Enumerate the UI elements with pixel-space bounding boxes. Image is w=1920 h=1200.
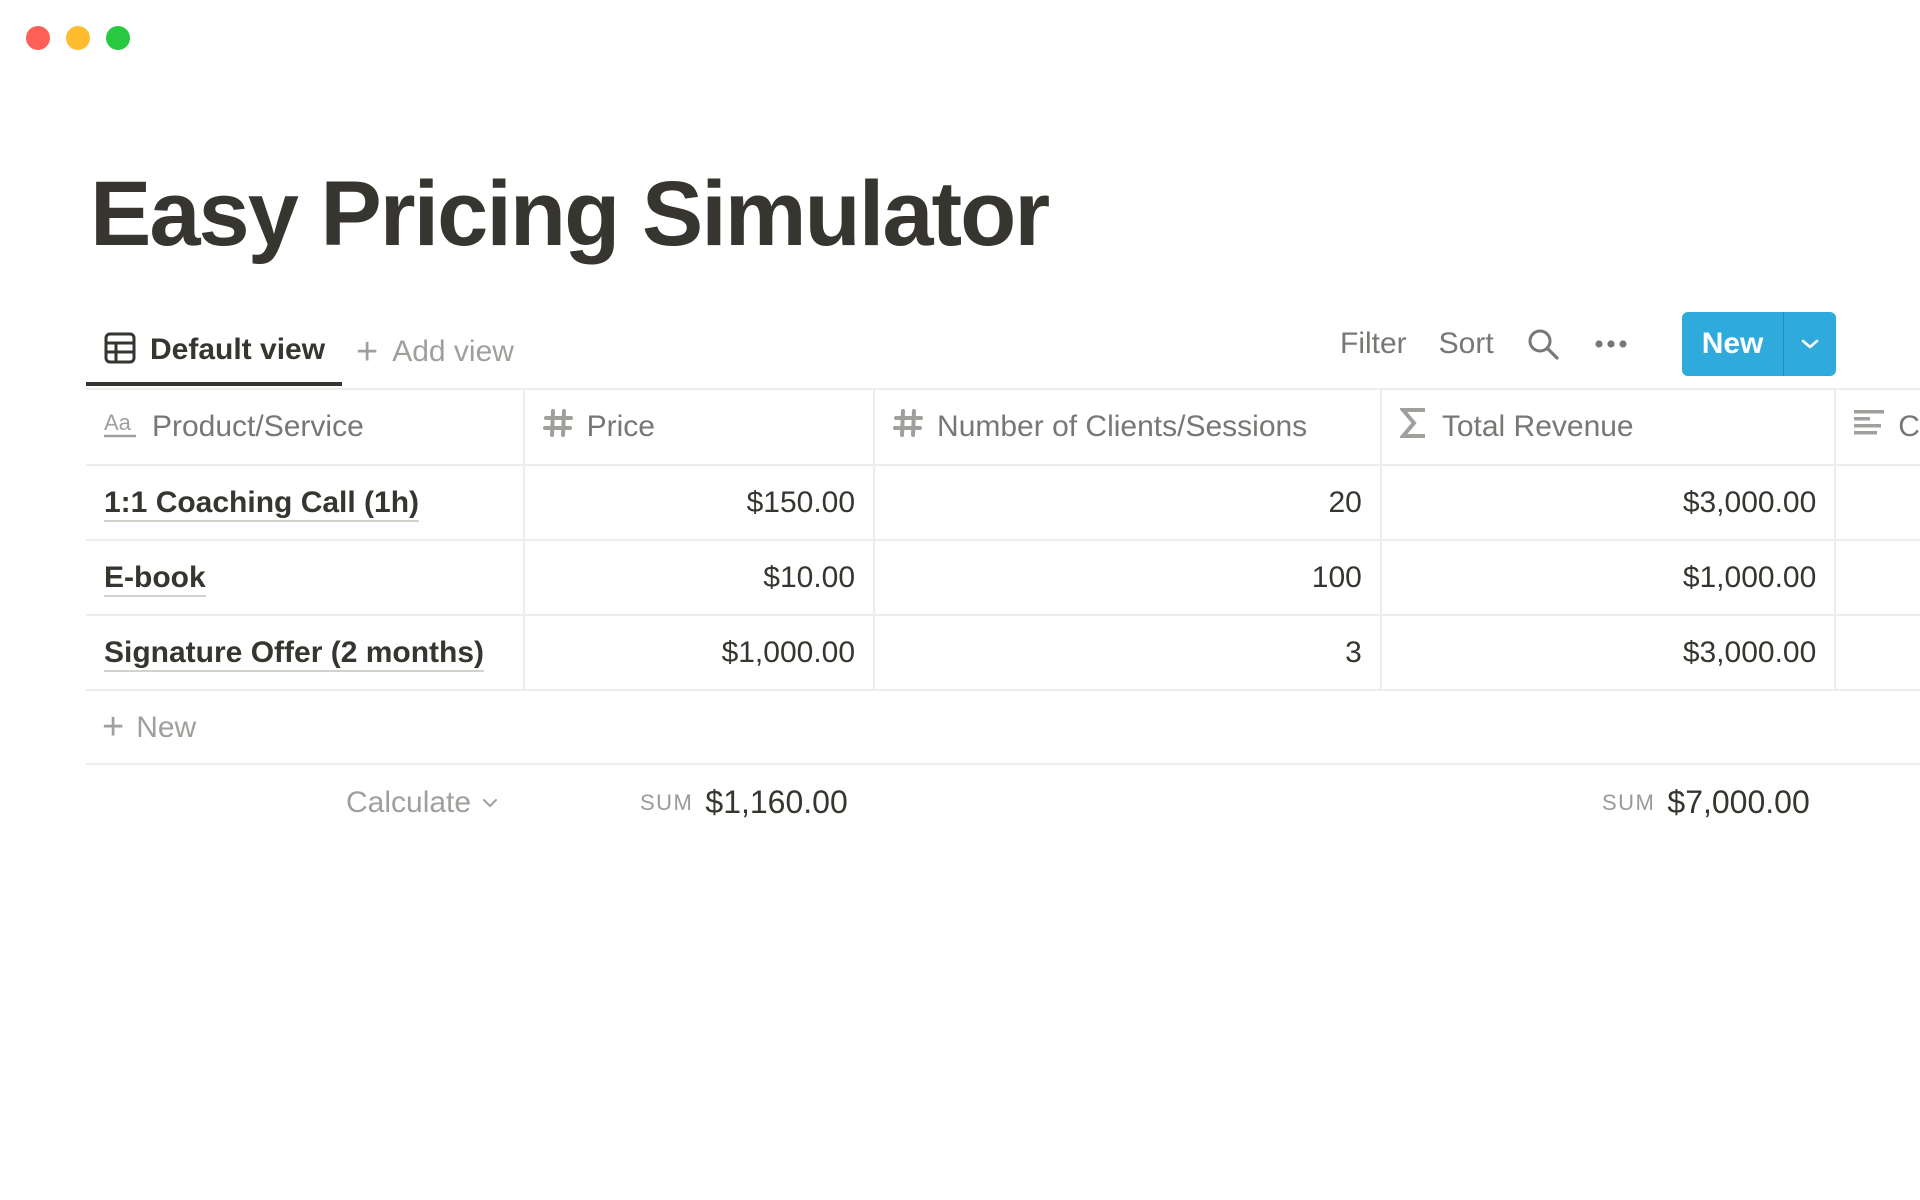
page-title[interactable]: Easy Pricing Simulator [90,168,1050,260]
add-row-button[interactable]: + New [86,692,1920,765]
price-cell[interactable]: $10.00 [523,540,876,616]
new-options-dropdown[interactable] [1784,312,1836,376]
column-header-clients[interactable]: Number of Clients/Sessions [874,390,1382,466]
filter-button[interactable]: Filter [1340,327,1407,361]
minimize-window-button[interactable] [66,26,90,50]
pricing-table: Aa Product/Service Price Number of Clien… [86,390,1920,691]
extra-cell[interactable] [1835,465,1920,541]
add-view-label: Add view [392,335,514,368]
text-lines-icon [1854,410,1885,444]
number-property-icon [893,408,924,446]
table-icon [104,332,136,369]
product-cell[interactable]: 1:1 Coaching Call (1h) [86,465,525,541]
price-cell[interactable]: $1,000.00 [523,615,876,691]
column-header-price[interactable]: Price [523,390,876,466]
product-cell[interactable]: E-book [86,540,525,616]
table-header: Aa Product/Service Price Number of Clien… [86,390,1920,466]
extra-cell[interactable] [1835,615,1920,691]
svg-text:Aa: Aa [104,410,132,435]
tab-default-view[interactable]: Default view [86,318,342,386]
product-cell[interactable]: Signature Offer (2 months) [86,615,525,691]
new-record-button[interactable]: New [1682,312,1784,376]
revenue-cell: $1,000.00 [1380,540,1837,616]
clients-cell[interactable]: 20 [874,465,1382,541]
clients-cell[interactable]: 3 [874,615,1382,691]
price-sum[interactable]: SUM $1,160.00 [640,765,848,840]
close-window-button[interactable] [26,26,50,50]
sort-button[interactable]: Sort [1439,327,1494,361]
tab-label: Default view [150,333,326,366]
table-row[interactable]: E-book $10.00 100 $1,000.00 [86,540,1920,616]
text-property-icon: Aa [104,408,138,446]
database-toolbar: Filter Sort New [1340,312,1837,376]
calculation-row: Calculate SUM $1,160.00 SUM $7,000.00 [86,765,1920,840]
column-header-extra[interactable]: C [1835,390,1920,466]
more-horizontal-icon[interactable] [1594,339,1628,349]
column-header-total-revenue[interactable]: Total Revenue [1380,390,1837,466]
new-button-group: New [1681,312,1837,376]
table-row[interactable]: Signature Offer (2 months) $1,000.00 3 $… [86,615,1920,691]
formula-sigma-icon [1398,407,1428,447]
revenue-cell: $3,000.00 [1380,465,1837,541]
revenue-sum[interactable]: SUM $7,000.00 [1602,765,1810,840]
extra-cell[interactable] [1835,540,1920,616]
window-controls [26,26,130,50]
add-view-button[interactable]: + Add view [356,318,514,386]
maximize-window-button[interactable] [106,26,130,50]
plus-icon: + [102,706,125,748]
plus-icon: + [356,331,379,373]
column-header-product[interactable]: Aa Product/Service [86,390,525,466]
calculate-dropdown[interactable]: Calculate [346,765,499,840]
price-cell[interactable]: $150.00 [523,465,876,541]
add-row-label: New [136,710,197,744]
table-row[interactable]: 1:1 Coaching Call (1h) $150.00 20 $3,000… [86,465,1920,541]
chevron-down-icon [483,798,498,807]
number-property-icon [542,408,573,446]
clients-cell[interactable]: 100 [874,540,1382,616]
search-icon[interactable] [1526,327,1560,361]
chevron-down-icon [1802,339,1819,349]
revenue-cell: $3,000.00 [1380,615,1837,691]
